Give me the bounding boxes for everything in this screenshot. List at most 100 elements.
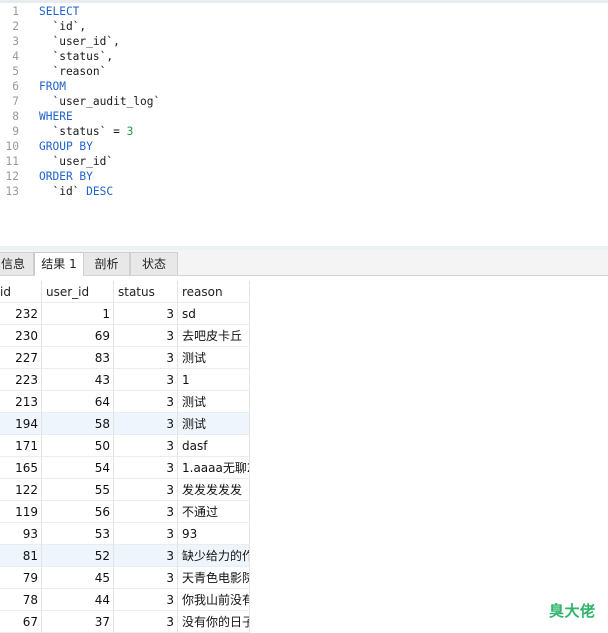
cell-reason[interactable]: 你我山前没有 <box>178 589 250 611</box>
tab-result-1[interactable]: 结果 1 <box>34 252 84 276</box>
cell-user-id[interactable]: 55 <box>42 479 114 501</box>
cell-user-id[interactable]: 43 <box>42 369 114 391</box>
cell-user-id[interactable]: 1 <box>42 303 114 325</box>
cell-user-id[interactable]: 83 <box>42 347 114 369</box>
cell-id[interactable]: 213 <box>0 391 42 413</box>
code-line: 7 `user_audit_log` <box>0 94 608 109</box>
cell-status[interactable]: 3 <box>114 567 178 589</box>
column-header-status[interactable]: status <box>114 281 178 303</box>
cell-user-id[interactable]: 52 <box>42 545 114 567</box>
line-number: 13 <box>5 185 19 198</box>
line-number: 6 <box>12 80 19 93</box>
cell-status[interactable]: 3 <box>114 413 178 435</box>
cell-status[interactable]: 3 <box>114 369 178 391</box>
tab-status[interactable]: 状态 <box>130 252 178 275</box>
line-number: 12 <box>5 170 19 183</box>
cell-user-id[interactable]: 58 <box>42 413 114 435</box>
cell-user-id[interactable]: 45 <box>42 567 114 589</box>
sql-editor[interactable]: 1 SELECT 2 `id`, 3 `user_id`, 4 `status`, 5 `… <box>0 3 608 246</box>
sql-identifier: `id` <box>39 185 87 198</box>
cell-id[interactable]: 232 <box>0 303 42 325</box>
sql-keyword: SELECT <box>39 5 80 18</box>
cell-id[interactable]: 165 <box>0 457 42 479</box>
code-line: 11 `user_id` <box>0 154 608 169</box>
tab-profile[interactable]: 剖析 <box>83 252 130 275</box>
cell-user-id[interactable]: 69 <box>42 325 114 347</box>
cell-id[interactable]: 78 <box>0 589 42 611</box>
cell-reason[interactable]: 93 <box>178 523 250 545</box>
cell-reason[interactable]: dasf <box>178 435 250 457</box>
cell-id[interactable]: 230 <box>0 325 42 347</box>
code-line: 5 `reason` <box>0 64 608 79</box>
cell-reason[interactable]: sd <box>178 303 250 325</box>
sql-identifier: `user_audit_log` <box>39 95 161 108</box>
cell-id[interactable]: 119 <box>0 501 42 523</box>
sql-identifier: `user_id` <box>39 155 114 168</box>
cell-id[interactable]: 194 <box>0 413 42 435</box>
sql-identifier: `id`, <box>39 20 87 33</box>
cell-status[interactable]: 3 <box>114 435 178 457</box>
cell-id[interactable]: 227 <box>0 347 42 369</box>
code-text: `id` DESC <box>39 184 113 199</box>
cell-status[interactable]: 3 <box>114 303 178 325</box>
cell-status[interactable]: 3 <box>114 611 178 633</box>
sql-keyword: WHERE <box>39 110 73 123</box>
line-number: 7 <box>12 95 19 108</box>
code-text: `user_audit_log` <box>39 94 160 109</box>
code-line: 10 GROUP BY <box>0 139 608 154</box>
column-header-reason[interactable]: reason <box>178 281 250 303</box>
cell-status[interactable]: 3 <box>114 325 178 347</box>
cell-status[interactable]: 3 <box>114 589 178 611</box>
cell-id[interactable]: 79 <box>0 567 42 589</box>
cell-reason[interactable]: 1 <box>178 369 250 391</box>
sql-keyword: DESC <box>86 185 114 198</box>
code-text: WHERE <box>39 109 73 124</box>
tab-info[interactable]: 信息 <box>0 252 34 275</box>
watermark-text: 臭大佬 <box>549 602 596 620</box>
sql-keyword: GROUP BY <box>39 140 93 153</box>
cell-user-id[interactable]: 37 <box>42 611 114 633</box>
cell-reason[interactable]: 测试 <box>178 413 250 435</box>
cell-reason[interactable]: 测试 <box>178 347 250 369</box>
cell-id[interactable]: 122 <box>0 479 42 501</box>
code-text: GROUP BY <box>39 139 93 154</box>
cell-reason[interactable]: 不通过 <box>178 501 250 523</box>
code-line: 12 ORDER BY <box>0 169 608 184</box>
code-text: `reason` <box>39 64 106 79</box>
cell-user-id[interactable]: 54 <box>42 457 114 479</box>
cell-reason[interactable]: 测试 <box>178 391 250 413</box>
cell-id[interactable]: 223 <box>0 369 42 391</box>
code-line: 4 `status`, <box>0 49 608 64</box>
cell-status[interactable]: 3 <box>114 347 178 369</box>
cell-reason[interactable]: 发发发发发 <box>178 479 250 501</box>
cell-reason[interactable]: 去吧皮卡丘 <box>178 325 250 347</box>
column-header-user-id[interactable]: user_id <box>42 281 114 303</box>
cell-user-id[interactable]: 64 <box>42 391 114 413</box>
line-number: 8 <box>12 110 19 123</box>
cell-user-id[interactable]: 53 <box>42 523 114 545</box>
cell-status[interactable]: 3 <box>114 479 178 501</box>
cell-reason[interactable]: 天青色电影院 <box>178 567 250 589</box>
cell-status[interactable]: 3 <box>114 457 178 479</box>
code-text: `user_id`, <box>39 34 119 49</box>
cell-id[interactable]: 93 <box>0 523 42 545</box>
code-line: 13 `id` DESC <box>0 184 608 199</box>
cell-status[interactable]: 3 <box>114 391 178 413</box>
code-line: 8 WHERE <box>0 109 608 124</box>
cell-reason[interactable]: 没有你的日子 <box>178 611 250 633</box>
sql-number: 3 <box>126 125 134 138</box>
cell-user-id[interactable]: 50 <box>42 435 114 457</box>
cell-reason[interactable]: 缺少给力的作 <box>178 545 250 567</box>
cell-user-id[interactable]: 56 <box>42 501 114 523</box>
column-header-id[interactable]: id <box>0 281 42 303</box>
line-number: 3 <box>12 35 19 48</box>
cell-id[interactable]: 171 <box>0 435 42 457</box>
cell-reason[interactable]: 1.aaaa无聊2 <box>178 457 250 479</box>
line-number: 4 <box>12 50 19 63</box>
cell-status[interactable]: 3 <box>114 501 178 523</box>
cell-id[interactable]: 81 <box>0 545 42 567</box>
cell-id[interactable]: 67 <box>0 611 42 633</box>
cell-status[interactable]: 3 <box>114 523 178 545</box>
cell-user-id[interactable]: 44 <box>42 589 114 611</box>
cell-status[interactable]: 3 <box>114 545 178 567</box>
